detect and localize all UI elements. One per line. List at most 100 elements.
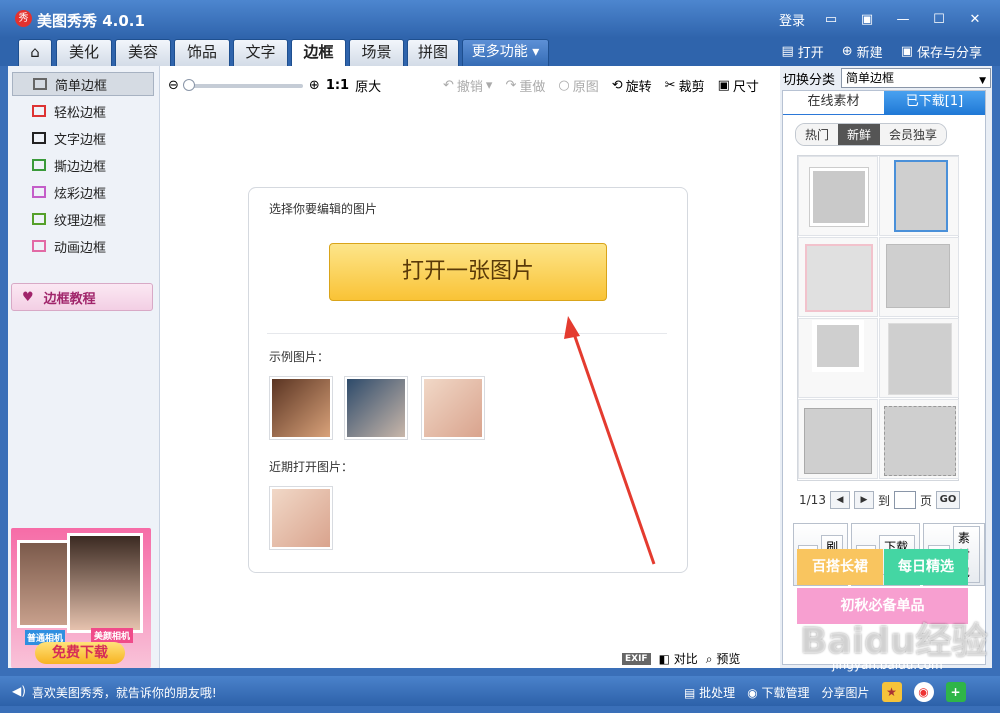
tab-more[interactable]: 更多功能 ▾ [462, 39, 549, 66]
preview-button[interactable]: ⌕ 预览 [706, 650, 741, 667]
tab-beautify[interactable]: 美化 [56, 39, 112, 66]
original-size-button[interactable]: 原大 [355, 76, 381, 95]
star-icon[interactable]: ★ [881, 682, 902, 702]
tab-scene[interactable]: 场景 [349, 39, 404, 66]
close-button[interactable]: ✕ [965, 11, 985, 29]
texture-frame-icon [32, 213, 46, 225]
speaker-icon: ◀) [12, 684, 26, 698]
skin-icon[interactable]: ▣ [857, 11, 877, 29]
frame-item-label: 炫彩边框 [54, 186, 107, 202]
batch-button[interactable]: ▤ 批处理 [684, 684, 735, 701]
zoom-level[interactable]: 1:1 [326, 78, 349, 93]
tab-home[interactable]: ⌂ [18, 39, 52, 66]
simple-frame-icon [33, 78, 47, 90]
free-download-button[interactable]: 免费下载 [35, 642, 125, 664]
promo-dress-banner[interactable]: 百搭长裙 [797, 549, 883, 585]
zoom-out-icon[interactable]: ⊖ [168, 78, 179, 93]
minimize-button[interactable]: — [893, 11, 913, 29]
weibo-icon[interactable]: ◉ [913, 682, 934, 702]
page-indicator: 1/13 [799, 493, 826, 507]
filter-hot[interactable]: 热门 [796, 124, 839, 145]
tab-online-materials[interactable]: 在线素材 [783, 91, 884, 115]
frame-thumbnail[interactable] [798, 399, 878, 479]
status-message: 喜欢美图秀秀，就告诉你的朋友哦! [31, 686, 217, 700]
resize-button[interactable]: ▣ 尺寸 [718, 76, 759, 95]
frame-item-texture[interactable]: 纹理边框 [12, 207, 154, 231]
frame-thumbnail[interactable] [798, 318, 878, 398]
prev-page-button[interactable]: ◀ [829, 491, 850, 509]
frame-item-colorful[interactable]: 炫彩边框 [12, 180, 154, 204]
frame-thumbnail[interactable] [879, 156, 959, 236]
easy-frame-icon [32, 105, 46, 117]
filter-vip[interactable]: 会员独享 [880, 124, 947, 145]
frame-item-easy[interactable]: 轻松边框 [12, 99, 154, 123]
tutorial-label: 边框教程 [43, 291, 96, 307]
frame-item-text[interactable]: 文字边框 [12, 126, 154, 150]
tab-text[interactable]: 文字 [233, 39, 288, 66]
tab-collage[interactable]: 拼图 [407, 39, 459, 66]
rotate-button[interactable]: ⟲ 旋转 [612, 76, 652, 95]
tab-frame[interactable]: 边框 [291, 39, 346, 66]
undo-button[interactable]: ↶ 撤销 ▾ [443, 76, 492, 95]
frame-thumbnail[interactable] [879, 318, 959, 398]
go-button[interactable]: GO [935, 491, 960, 509]
promo-daily-banner[interactable]: 每日精选 [884, 549, 968, 585]
share-image-button[interactable]: 分享图片 [822, 684, 870, 701]
open-image-button[interactable]: 打开一张图片 [329, 243, 607, 301]
resize-icon: ▣ [717, 78, 730, 93]
original-label: 原图 [572, 80, 599, 95]
page-input[interactable] [893, 491, 916, 509]
crop-label: 裁剪 [678, 80, 705, 95]
example-thumbnail[interactable] [344, 376, 408, 440]
add-icon[interactable]: + [945, 682, 966, 702]
undo-icon: ↶ [443, 78, 454, 93]
watermark-url: jingyan.baidu.com [832, 658, 943, 672]
filter-new[interactable]: 新鲜 [838, 124, 881, 145]
redo-button[interactable]: ↷ 重做 [505, 76, 545, 95]
rotate-label: 旋转 [625, 80, 652, 95]
canvas-area: ⊖ ⊕ 1:1 原大 ↶ 撤销 ▾ ↷ 重做 ○ 原图 ⟲ 旋转 ✂ 裁剪 ▣ 尺寸 选择你… [160, 66, 780, 668]
open-file-button[interactable]: ▤ 打开 [781, 42, 823, 61]
frame-item-animated[interactable]: 动画边框 [12, 234, 154, 258]
folder-icon: ▤ [781, 44, 794, 59]
new-file-button[interactable]: ⊕ 新建 [842, 42, 883, 61]
compare-button[interactable]: ◧ 对比 [659, 650, 698, 667]
original-button[interactable]: ○ 原图 [558, 76, 598, 95]
zoom-slider-knob[interactable] [182, 78, 195, 91]
frame-thumbnail[interactable] [879, 399, 959, 479]
tab-beauty[interactable]: 美容 [115, 39, 171, 66]
status-bar: ◀) 喜欢美图秀秀，就告诉你的朋友哦! ▤ 批处理 ◉ 下载管理 分享图片 ★ … [0, 676, 1000, 706]
camera-ad-banner[interactable]: 普通相机 美颜相机 免费下载 [11, 528, 151, 668]
tab-downloaded[interactable]: 已下载[1] [884, 91, 985, 115]
undo-label: 撤销 [456, 80, 483, 95]
magnifier-icon: ⌕ [705, 652, 713, 666]
download-manager-button[interactable]: ◉ 下载管理 [747, 684, 809, 701]
frame-thumbnail-grid [797, 155, 959, 481]
login-link[interactable]: 登录 [779, 10, 805, 29]
category-select[interactable]: 简单边框 [841, 68, 992, 90]
crop-button[interactable]: ✂ 裁剪 [665, 76, 705, 95]
new-label: 新建 [856, 46, 883, 61]
frame-item-torn[interactable]: 撕边边框 [12, 153, 154, 177]
recent-label: 近期打开图片： [269, 460, 354, 474]
zoom-slider[interactable] [182, 78, 303, 91]
next-page-button[interactable]: ▶ [853, 491, 874, 509]
recent-thumbnail[interactable] [269, 486, 333, 550]
frame-thumbnail[interactable] [798, 156, 878, 236]
frame-item-simple[interactable]: 简单边框 [12, 72, 154, 96]
tab-accessories[interactable]: 饰品 [174, 39, 230, 66]
zoom-in-icon[interactable]: ⊕ [309, 78, 320, 93]
example-thumbnail[interactable] [269, 376, 333, 440]
circle-icon: ○ [558, 78, 570, 93]
frame-thumbnail[interactable] [879, 237, 959, 317]
compare-label: 对比 [673, 652, 698, 666]
exif-button[interactable]: EXIF [622, 652, 651, 665]
frame-tutorial-button[interactable]: ♥ 边框教程 [11, 283, 153, 311]
maximize-button[interactable]: ☐ [929, 11, 949, 29]
frame-thumbnail[interactable] [798, 237, 878, 317]
save-share-button[interactable]: ▣ 保存与分享 [901, 42, 982, 61]
batch-label: 批处理 [699, 685, 736, 700]
message-icon[interactable]: ▭ [821, 11, 841, 29]
heart-icon: ♥ [22, 289, 34, 305]
example-thumbnail[interactable] [421, 376, 485, 440]
